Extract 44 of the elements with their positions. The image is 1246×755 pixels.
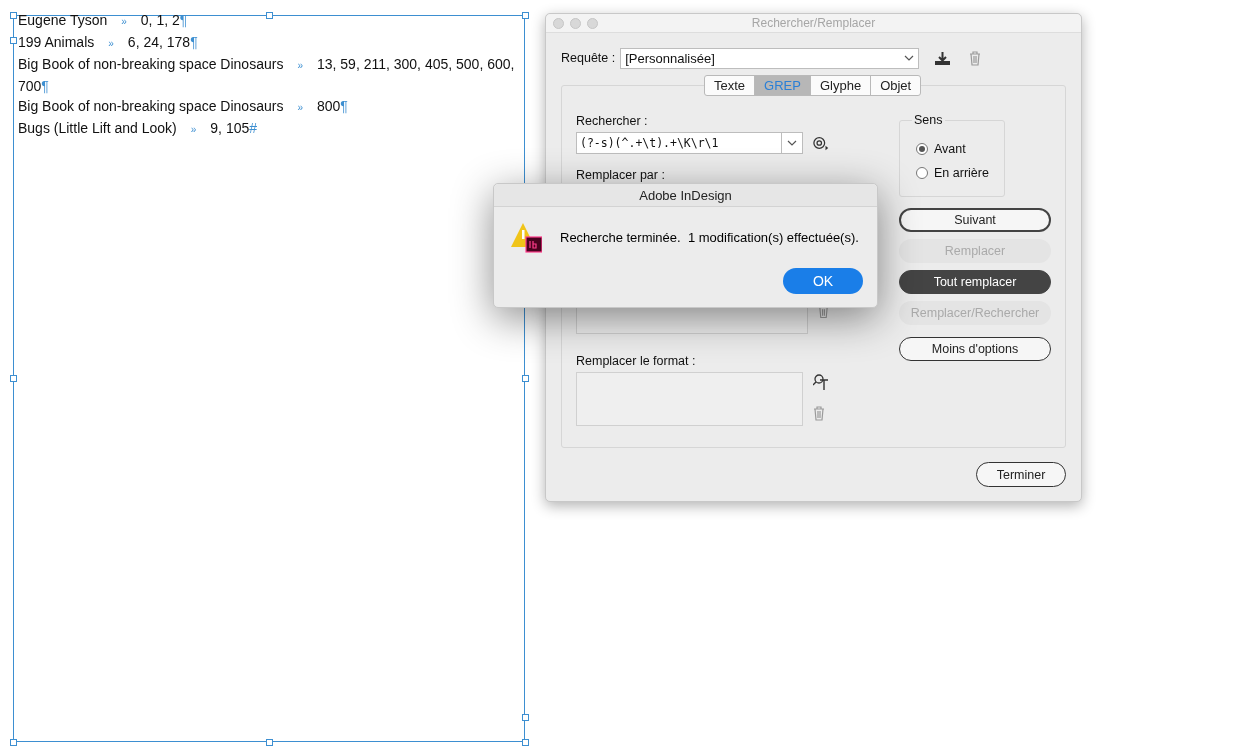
selection-handle[interactable] [10, 375, 17, 382]
tab[interactable]: Glyphe [810, 76, 872, 95]
field-label: Remplacer le format : [576, 354, 697, 370]
query-label: Requête : [561, 51, 616, 65]
selection-handle[interactable] [266, 12, 273, 19]
field-label: Rechercher : [576, 114, 649, 130]
alert-title: Adobe InDesign [639, 187, 732, 203]
index-entry: Bugs (Little Lift and Look) » 9, 105# [18, 119, 258, 138]
selection-handle[interactable] [266, 739, 273, 746]
selection-handle[interactable] [10, 37, 17, 44]
save-icon[interactable] [934, 50, 952, 66]
find-field[interactable]: (?-s)(^.+\t).+\K\r\1 [576, 132, 803, 154]
dialog-button[interactable]: Tout remplacer [899, 270, 1051, 294]
caret-icon[interactable] [904, 55, 915, 61]
format-search-icon[interactable] [813, 374, 829, 390]
selection-handle[interactable] [522, 714, 529, 721]
done-button[interactable]: Terminer [976, 462, 1066, 487]
selection-handle[interactable] [10, 739, 17, 746]
index-entry: Big Book of non-breaking space Dinosaurs » 800¶ [18, 97, 348, 116]
group-label: Sens [912, 113, 945, 127]
format-field[interactable] [576, 372, 803, 426]
selection-handle[interactable] [522, 739, 529, 746]
query-dropdown[interactable]: [Personnalisée] [620, 47, 920, 69]
index-entry: Big Book of non-breaking space Dinosaurs » 13, 59, 211, 300, 405, 500, 600, 700¶ [18, 55, 516, 96]
dialog-button[interactable]: Moins d'options [899, 337, 1051, 361]
ok-button[interactable]: OK [783, 268, 863, 294]
caret-icon[interactable] [786, 140, 797, 146]
tab[interactable]: Objet [871, 76, 921, 95]
radio-label: Avant [934, 142, 966, 156]
dialog-button[interactable]: Suivant [899, 208, 1051, 232]
delete-icon[interactable] [969, 50, 982, 66]
radio-button[interactable] [916, 143, 928, 155]
radio-button[interactable] [916, 167, 928, 179]
alert-message: Recherche terminée. 1 modification(s) effectuée(s). [560, 229, 859, 245]
selection-handle[interactable] [522, 375, 529, 382]
warning-app-drawing [510, 221, 542, 253]
selection-handle[interactable] [10, 12, 17, 19]
field-label: Remplacer par : [576, 168, 666, 184]
radio-label: En arrière [934, 166, 989, 180]
selection-handle[interactable] [522, 12, 529, 19]
text-frame[interactable] [13, 15, 525, 742]
index-entry: 199 Animals » 6, 24, 178¶ [18, 33, 198, 52]
trash-icon[interactable] [813, 406, 825, 421]
window-title: Rechercher/Remplacer [751, 16, 876, 30]
